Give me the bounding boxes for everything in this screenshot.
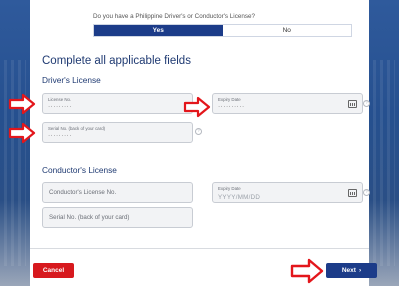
field-placeholder: YYYY/MM/DD (218, 194, 261, 201)
license-toggle: Yes No (93, 24, 352, 37)
field-value: ········· (48, 103, 72, 110)
calendar-icon[interactable] (348, 100, 357, 108)
help-icon[interactable]: ? (195, 128, 202, 135)
license-question: Do you have a Philippine Driver's or Con… (93, 13, 256, 20)
field-label: Expiry Date (218, 186, 241, 191)
calendar-icon[interactable] (348, 189, 357, 197)
conductors-license-heading: Conductor's License (42, 165, 117, 175)
chevron-right-icon: › (358, 267, 362, 274)
drivers-expiry-date-field[interactable]: Expiry Date ·········· (212, 93, 363, 114)
option-yes[interactable]: Yes (94, 25, 223, 36)
annotation-arrow-icon (290, 258, 324, 284)
footer-divider (30, 248, 369, 249)
next-label: Next (341, 267, 356, 274)
help-icon[interactable]: ? (363, 100, 370, 107)
drivers-license-heading: Driver's License (42, 75, 101, 85)
field-value: ········· (48, 132, 72, 139)
option-no[interactable]: No (222, 25, 351, 36)
field-placeholder: Serial No. (back of your card) (49, 214, 130, 221)
field-placeholder: Conductor's License No. (49, 189, 117, 196)
conductors-license-no-field[interactable]: Conductor's License No. (42, 182, 193, 203)
conductors-expiry-date-field[interactable]: Expiry Date YYYY/MM/DD (212, 182, 363, 203)
cancel-button[interactable]: Cancel (33, 263, 74, 278)
field-label: License No. (48, 97, 72, 102)
background-right (369, 0, 399, 286)
field-label: Serial No. (back of your card) (48, 126, 106, 131)
annotation-arrow-icon (8, 122, 36, 144)
annotation-arrow-icon (183, 96, 211, 118)
annotation-arrow-icon (8, 93, 36, 115)
drivers-license-no-field[interactable]: License No. ········· (42, 93, 193, 114)
license-form-panel: Do you have a Philippine Driver's or Con… (30, 0, 377, 286)
help-icon[interactable]: ? (363, 189, 370, 196)
next-button[interactable]: Next › (326, 263, 377, 278)
field-value: ·········· (218, 103, 245, 110)
field-label: Expiry Date (218, 97, 241, 102)
drivers-serial-no-field[interactable]: Serial No. (back of your card) ········· (42, 122, 193, 143)
section-title: Complete all applicable fields (42, 55, 191, 67)
conductors-serial-no-field[interactable]: Serial No. (back of your card) (42, 207, 193, 228)
cancel-label: Cancel (42, 267, 65, 274)
